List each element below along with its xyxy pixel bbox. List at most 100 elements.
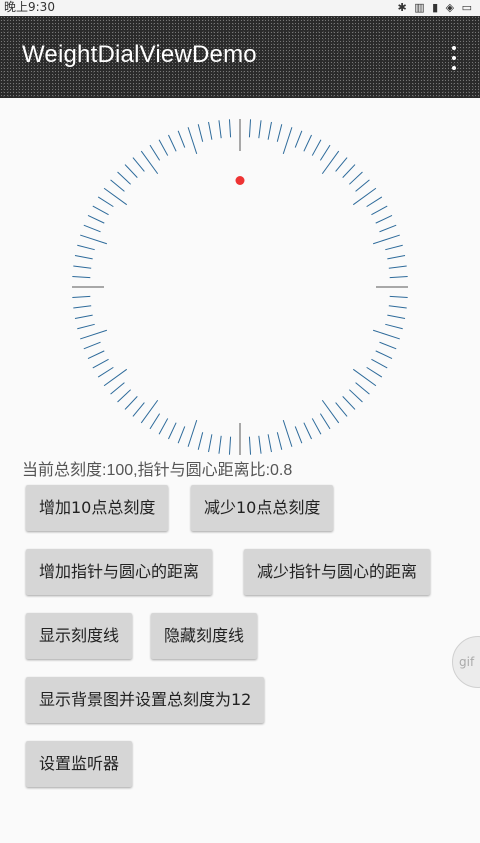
weight-dial xyxy=(72,119,408,455)
dial-tick xyxy=(73,305,92,309)
dial-tick xyxy=(282,419,293,447)
dial-tick xyxy=(83,341,101,350)
dial-tick xyxy=(375,350,393,359)
dial-tick xyxy=(248,436,252,455)
dial-tick xyxy=(366,196,383,208)
decrease-pointer-distance-button[interactable]: 减少指针与圆心的距离 xyxy=(244,549,431,595)
dial-tick xyxy=(294,130,303,148)
dial-tick xyxy=(177,130,186,148)
dial-tick xyxy=(187,419,198,447)
dial-tick xyxy=(388,265,407,269)
dial-tick xyxy=(87,350,105,359)
dial-tick xyxy=(335,402,348,417)
dial-tick xyxy=(349,389,363,403)
dial-tick xyxy=(124,164,138,178)
dial-tick xyxy=(77,323,95,330)
dial-tick xyxy=(197,432,204,450)
dial-tick xyxy=(379,224,397,233)
dial-tick xyxy=(258,120,262,139)
dial-tick xyxy=(375,215,393,224)
dial-tick xyxy=(371,205,388,216)
dial-tick xyxy=(197,124,204,142)
dial-tick xyxy=(342,396,356,410)
dial-tick xyxy=(389,275,408,279)
dial-tick xyxy=(355,179,370,192)
dial-tick xyxy=(187,127,198,155)
dial-tick xyxy=(110,179,125,192)
dial-tick xyxy=(72,295,91,299)
dial-tick xyxy=(87,215,105,224)
set-listener-button[interactable]: 设置监听器 xyxy=(26,741,133,787)
gif-record-floating-button[interactable]: gif xyxy=(452,636,480,688)
dial-pointer xyxy=(235,176,245,186)
overflow-menu-icon[interactable] xyxy=(448,44,460,72)
dial-tick xyxy=(303,134,312,152)
status-bar: 晚上9:30 ✱ ▥ ▮ ◈ ▭ xyxy=(0,0,480,16)
dial-tick xyxy=(355,382,370,395)
dial-tick xyxy=(117,171,131,185)
dial-tick xyxy=(168,134,177,152)
dial-tick xyxy=(294,426,303,444)
dial-tick xyxy=(311,418,322,435)
dial-tick xyxy=(74,255,93,260)
dial-tick xyxy=(387,314,406,319)
dial-tick xyxy=(124,396,138,410)
dial-tick xyxy=(80,329,108,340)
dial-tick xyxy=(149,413,161,430)
dial-tick xyxy=(158,418,169,435)
status-icons: ✱ ▥ ▮ ◈ ▭ xyxy=(397,1,474,14)
dial-tick xyxy=(379,341,397,350)
dial-tick xyxy=(132,157,145,172)
subtract-10-ticks-button[interactable]: 减少10点总刻度 xyxy=(191,485,334,531)
dial-tick xyxy=(132,402,145,417)
dial-tick xyxy=(267,434,272,453)
dial-tick xyxy=(389,295,408,299)
dial-tick xyxy=(117,389,131,403)
dial-tick xyxy=(110,382,125,395)
dial-tick xyxy=(311,139,322,156)
dial-tick xyxy=(83,224,101,233)
dial-tick xyxy=(218,120,222,139)
dial-tick xyxy=(228,436,232,455)
hide-ticks-button[interactable]: 隐藏刻度线 xyxy=(151,613,258,659)
dial-tick xyxy=(276,432,283,450)
dial-tick xyxy=(92,205,109,216)
dial-tick xyxy=(218,435,222,454)
dial-tick xyxy=(372,329,400,340)
dial-tick xyxy=(149,144,161,161)
dial-tick xyxy=(208,121,213,140)
dial-tick xyxy=(303,422,312,440)
app-title: WeightDialViewDemo xyxy=(22,41,257,68)
dial-tick xyxy=(92,358,109,369)
dial-tick xyxy=(319,413,331,430)
dial-tick xyxy=(97,196,114,208)
dial-tick xyxy=(385,323,403,330)
dial-tick xyxy=(372,234,400,245)
dial-tick xyxy=(168,422,177,440)
dial-tick xyxy=(388,305,407,309)
dial-tick xyxy=(349,171,363,185)
dial-tick xyxy=(208,434,213,453)
dial-tick xyxy=(158,139,169,156)
dial-tick xyxy=(228,119,232,138)
dial-status-text: 当前总刻度:100,指针与圆心距离比:0.8 xyxy=(22,462,293,479)
dial-tick xyxy=(319,144,331,161)
dial-tick xyxy=(371,358,388,369)
dial-tick xyxy=(177,426,186,444)
dial-tick xyxy=(366,366,383,378)
show-ticks-button[interactable]: 显示刻度线 xyxy=(26,613,133,659)
dial-tick xyxy=(248,119,252,138)
dial-tick xyxy=(80,234,108,245)
dial-tick xyxy=(276,124,283,142)
show-background-12-ticks-button[interactable]: 显示背景图并设置总刻度为12 xyxy=(26,677,265,723)
dial-tick xyxy=(335,157,348,172)
increase-pointer-distance-button[interactable]: 增加指针与圆心的距离 xyxy=(26,549,213,595)
dial-tick xyxy=(97,366,114,378)
dial-tick xyxy=(387,255,406,260)
add-10-ticks-button[interactable]: 增加10点总刻度 xyxy=(26,485,169,531)
dial-tick xyxy=(73,265,92,269)
dial-tick xyxy=(258,435,262,454)
dial-tick xyxy=(72,275,91,279)
dial-tick xyxy=(385,244,403,251)
dial-tick xyxy=(74,314,93,319)
